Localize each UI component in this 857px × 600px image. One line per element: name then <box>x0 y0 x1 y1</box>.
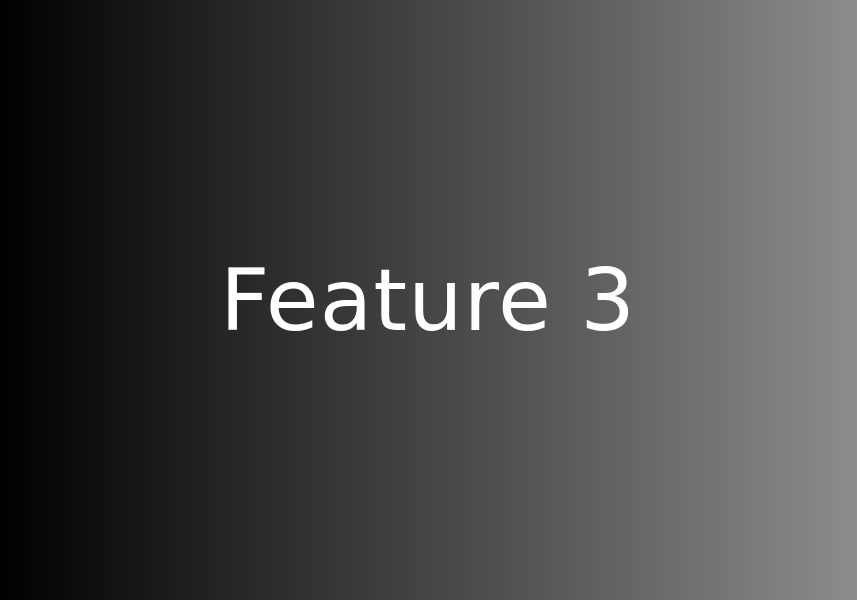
feature-title: Feature 3 <box>219 251 637 351</box>
feature-banner: Feature 3 <box>0 0 857 600</box>
